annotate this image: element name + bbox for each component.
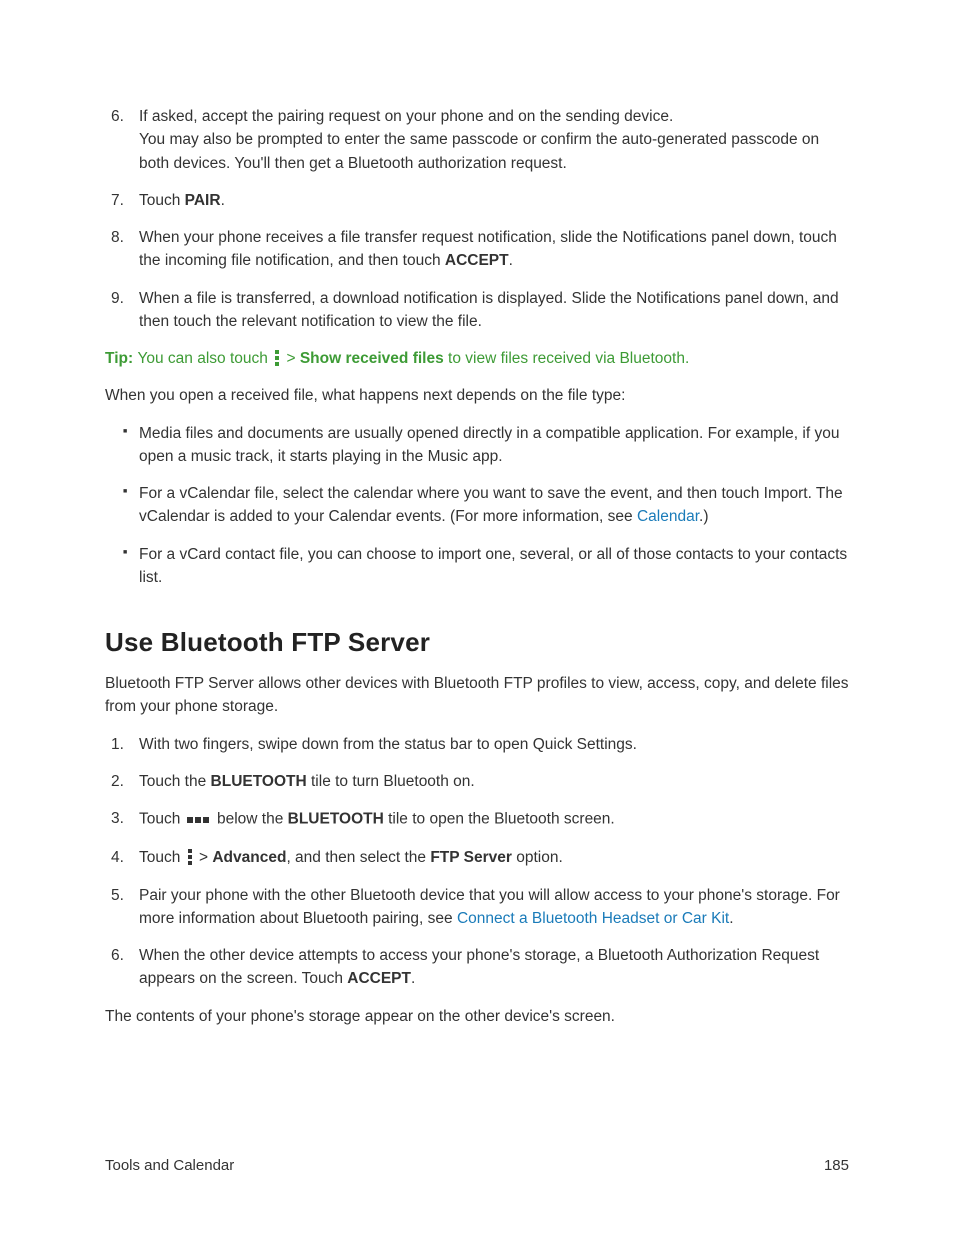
calendar-link[interactable]: Calendar [637, 508, 699, 525]
step-text: If asked, accept the pairing request on … [139, 108, 673, 125]
bold-text: Advanced [212, 849, 286, 866]
body-paragraph: Bluetooth FTP Server allows other device… [105, 672, 849, 719]
tip-text: You can also touch [137, 350, 272, 367]
tip-text: > [282, 350, 300, 367]
list-item: When a file is transferred, a download n… [105, 287, 849, 334]
bulleted-list: Media files and documents are usually op… [105, 422, 849, 590]
step-text: . [221, 192, 225, 209]
more-dots-icon [187, 807, 211, 830]
footer-section-title: Tools and Calendar [105, 1155, 234, 1178]
step-text: tile to open the Bluetooth screen. [384, 811, 615, 828]
bold-text: BLUETOOTH [288, 811, 384, 828]
step-text: . [509, 252, 513, 269]
list-item: Touch the BLUETOOTH tile to turn Bluetoo… [105, 770, 849, 793]
tip-text: to view files received via Bluetooth. [444, 350, 690, 367]
step-text: Touch [139, 192, 185, 209]
section-heading: Use Bluetooth FTP Server [105, 623, 849, 662]
step-text: With two fingers, swipe down from the st… [139, 736, 637, 753]
list-item: For a vCard contact file, you can choose… [105, 543, 849, 590]
list-item: Pair your phone with the other Bluetooth… [105, 884, 849, 931]
bold-text: ACCEPT [445, 252, 509, 269]
step-text: option. [512, 849, 563, 866]
step-text: You may also be prompted to enter the sa… [139, 131, 819, 171]
list-item: Media files and documents are usually op… [105, 422, 849, 469]
connect-bluetooth-link[interactable]: Connect a Bluetooth Headset or Car Kit [457, 910, 729, 927]
step-text: . [411, 970, 415, 987]
list-item: Touch > Advanced, and then select the FT… [105, 846, 849, 869]
bold-text: ACCEPT [347, 970, 411, 987]
bullet-text: Media files and documents are usually op… [139, 425, 839, 465]
overflow-menu-icon [274, 350, 280, 366]
step-text: below the [213, 811, 288, 828]
page-container: If asked, accept the pairing request on … [0, 0, 954, 1235]
tip-paragraph: Tip: You can also touch > Show received … [105, 347, 849, 370]
ordered-list-continued: If asked, accept the pairing request on … [105, 105, 849, 333]
step-text: When a file is transferred, a download n… [139, 290, 839, 330]
list-item: When the other device attempts to access… [105, 944, 849, 991]
step-text: Touch [139, 811, 185, 828]
step-text: tile to turn Bluetooth on. [307, 773, 475, 790]
step-text: . [729, 910, 733, 927]
bold-text: BLUETOOTH [211, 773, 307, 790]
step-text: Touch the [139, 773, 211, 790]
list-item: With two fingers, swipe down from the st… [105, 733, 849, 756]
body-paragraph: When you open a received file, what happ… [105, 384, 849, 407]
list-item: Touch below the BLUETOOTH tile to open t… [105, 807, 849, 832]
bullet-text: .) [699, 508, 708, 525]
bold-text: Show received files [300, 350, 444, 367]
bullet-text: For a vCard contact file, you can choose… [139, 546, 847, 586]
list-item: When your phone receives a file transfer… [105, 226, 849, 273]
ordered-list: With two fingers, swipe down from the st… [105, 733, 849, 991]
bold-text: FTP Server [430, 849, 512, 866]
bullet-text: For a vCalendar file, select the calenda… [139, 485, 843, 525]
tip-label: Tip: [105, 350, 137, 367]
step-text: > [195, 849, 213, 866]
list-item: For a vCalendar file, select the calenda… [105, 482, 849, 529]
overflow-menu-icon [187, 849, 193, 865]
step-text: , and then select the [286, 849, 430, 866]
bold-text: PAIR [185, 192, 221, 209]
page-footer: Tools and Calendar 185 [105, 1155, 849, 1178]
page-number: 185 [824, 1155, 849, 1178]
step-text: Touch [139, 849, 185, 866]
body-paragraph: The contents of your phone's storage app… [105, 1005, 849, 1028]
list-item: Touch PAIR. [105, 189, 849, 212]
list-item: If asked, accept the pairing request on … [105, 105, 849, 175]
step-text: When the other device attempts to access… [139, 947, 819, 987]
